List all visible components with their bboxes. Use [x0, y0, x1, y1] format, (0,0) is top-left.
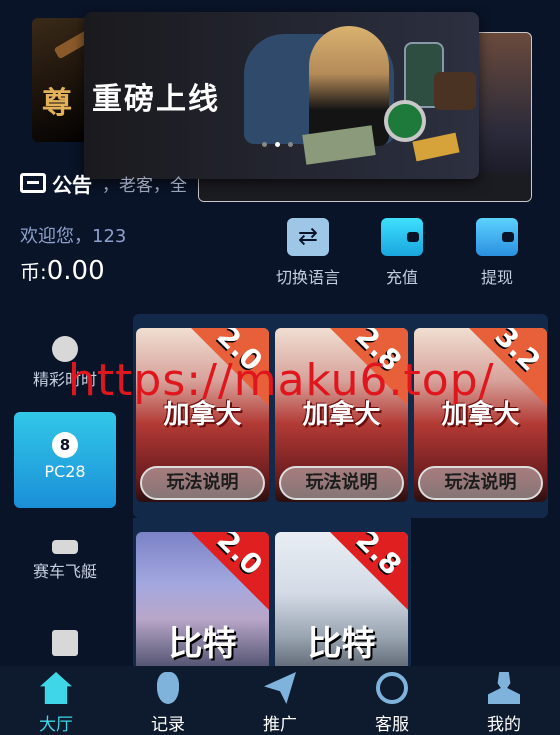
carousel-banner[interactable]: 重磅上线 [84, 12, 479, 179]
handbag-graphic [434, 72, 476, 110]
home-icon [40, 672, 72, 704]
carousel-dot-active[interactable] [275, 142, 280, 147]
carousel-dot[interactable] [288, 142, 293, 147]
rules-button[interactable]: 玩法说明 [140, 466, 265, 500]
banner-title: 重磅上线 [92, 82, 220, 117]
switch-language-label: 切换语言 [275, 268, 340, 287]
withdraw-button[interactable]: 提现 [451, 218, 543, 288]
watermark-text: https://maku6.top/ [68, 355, 495, 406]
paper-plane-icon [264, 672, 296, 704]
announcement-bar[interactable]: 公告 ，老客，全 [20, 170, 187, 197]
tab-mine[interactable]: 我的 [448, 672, 560, 735]
tab-label: 记录 [151, 715, 185, 735]
balance-value: 0.00 [46, 256, 105, 286]
game-name: 比特 [168, 624, 237, 664]
tab-support[interactable]: 客服 [336, 672, 448, 735]
watch-graphic [384, 100, 426, 142]
rules-button[interactable]: 玩法说明 [279, 466, 404, 500]
category-label: PC28 [44, 462, 86, 481]
carousel-dot[interactable] [262, 142, 267, 147]
tab-label: 大厅 [39, 715, 73, 735]
category-cards[interactable] [14, 630, 116, 660]
tab-label: 客服 [375, 715, 409, 735]
cards-icon [52, 630, 78, 656]
user-icon [488, 672, 520, 704]
footprint-icon [157, 672, 179, 704]
wallet-icon [381, 218, 423, 256]
category-pc28[interactable]: PC28 [14, 412, 116, 508]
gold-bar-graphic [412, 132, 460, 162]
welcome-text: 欢迎您，123 [20, 226, 127, 247]
category-label: 赛车飞艇 [32, 562, 97, 581]
withdraw-label: 提现 [480, 268, 513, 287]
recharge-button[interactable]: 充值 [356, 218, 448, 288]
billiard-ball-icon [52, 432, 78, 458]
notice-icon [20, 173, 46, 193]
speedboat-icon [52, 540, 78, 554]
promo-logo-char: 尊 [42, 86, 72, 121]
announcement-label: 公告 [52, 172, 92, 197]
tab-records[interactable]: 记录 [112, 672, 224, 735]
tab-lobby[interactable]: 大厅 [0, 672, 112, 735]
category-racing[interactable]: 赛车飞艇 [14, 534, 116, 582]
switch-language-button[interactable]: 切换语言 [262, 218, 354, 288]
carousel-dots[interactable] [262, 142, 293, 147]
tab-promote[interactable]: 推广 [224, 672, 336, 735]
balance-display: 币:0.00 [20, 256, 105, 286]
wallet-withdraw-icon [476, 218, 518, 256]
tab-label: 推广 [263, 715, 297, 735]
tab-label: 我的 [487, 715, 521, 735]
currency-label: 币: [20, 260, 47, 284]
headset-icon [376, 672, 408, 704]
rules-button[interactable]: 玩法说明 [418, 466, 543, 500]
swap-language-icon [287, 218, 329, 256]
recharge-label: 充值 [385, 268, 418, 287]
game-name: 比特 [307, 624, 376, 664]
announcement-text: ，老客，全 [102, 175, 187, 196]
